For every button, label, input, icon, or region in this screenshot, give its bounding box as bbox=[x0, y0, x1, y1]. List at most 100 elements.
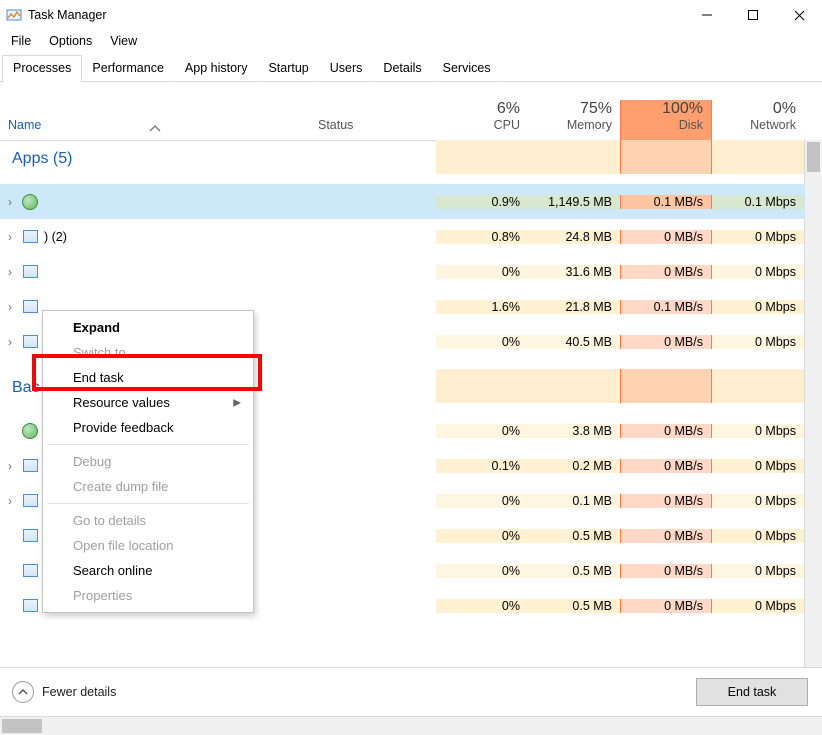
menu-item-resource-values[interactable]: Resource values▶ bbox=[45, 390, 251, 415]
menu-view[interactable]: View bbox=[101, 32, 146, 50]
submenu-arrow-icon: ▶ bbox=[233, 397, 241, 408]
app-icon bbox=[22, 458, 38, 474]
net-cell: 0 Mbps bbox=[712, 300, 804, 314]
cpu-cell: 0.1% bbox=[436, 459, 528, 473]
cpu-cell: 0.9% bbox=[436, 195, 528, 209]
disk-cell: 0.1 MB/s bbox=[620, 195, 712, 209]
process-row[interactable]: ›0%31.6 MB0 MB/s0 Mbps bbox=[0, 254, 805, 289]
fewer-details-button[interactable]: Fewer details bbox=[12, 681, 116, 703]
cpu-cell: 1.6% bbox=[436, 300, 528, 314]
app-icon bbox=[22, 229, 38, 245]
net-cell: 0.1 Mbps bbox=[712, 195, 804, 209]
net-cell: 0 Mbps bbox=[712, 424, 804, 438]
disk-cell: 0 MB/s bbox=[620, 265, 712, 279]
process-row[interactable]: › 0.9%1,149.5 MB0.1 MB/s0.1 Mbps bbox=[0, 184, 805, 219]
mem-cell: 1,149.5 MB bbox=[528, 195, 620, 209]
app-icon bbox=[22, 264, 38, 280]
net-cell: 0 Mbps bbox=[712, 265, 804, 279]
expand-chevron-icon[interactable]: › bbox=[4, 300, 16, 314]
menu-options[interactable]: Options bbox=[40, 32, 101, 50]
mem-cell: 0.5 MB bbox=[528, 599, 620, 613]
col-status[interactable]: Status bbox=[310, 118, 436, 140]
mem-cell: 0.2 MB bbox=[528, 459, 620, 473]
menu-item-provide-feedback[interactable]: Provide feedback bbox=[45, 415, 251, 440]
app-icon bbox=[22, 334, 38, 350]
cpu-cell: 0% bbox=[436, 494, 528, 508]
tab-details[interactable]: Details bbox=[372, 55, 432, 82]
disk-cell: 0 MB/s bbox=[620, 529, 712, 543]
process-label: ) (2) bbox=[44, 230, 67, 244]
globe-icon bbox=[22, 423, 38, 439]
net-cell: 0 Mbps bbox=[712, 494, 804, 508]
disk-cell: 0 MB/s bbox=[620, 564, 712, 578]
net-cell: 0 Mbps bbox=[712, 529, 804, 543]
menu-item-debug: Debug bbox=[45, 449, 251, 474]
menu-item-end-task[interactable]: End task bbox=[45, 365, 251, 390]
net-cell: 0 Mbps bbox=[712, 230, 804, 244]
window-title: Task Manager bbox=[28, 8, 107, 22]
app-icon bbox=[22, 598, 38, 614]
context-menu: ExpandSwitch toEnd taskResource values▶P… bbox=[42, 310, 254, 613]
menu-item-properties: Properties bbox=[45, 583, 251, 608]
app-icon bbox=[22, 563, 38, 579]
cpu-cell: 0% bbox=[436, 265, 528, 279]
vertical-scrollbar[interactable] bbox=[804, 140, 822, 667]
task-manager-window: Task Manager File Options View Processes… bbox=[0, 0, 822, 735]
expand-chevron-icon[interactable]: › bbox=[4, 195, 16, 209]
mem-cell: 0.5 MB bbox=[528, 529, 620, 543]
tab-startup[interactable]: Startup bbox=[257, 55, 319, 82]
tab-performance[interactable]: Performance bbox=[81, 55, 175, 82]
net-cell: 0 Mbps bbox=[712, 335, 804, 349]
tab-users[interactable]: Users bbox=[319, 55, 374, 82]
disk-cell: 0.1 MB/s bbox=[620, 300, 712, 314]
tabstrip: Processes Performance App history Startu… bbox=[0, 54, 822, 82]
col-memory[interactable]: 75% Memory bbox=[528, 100, 620, 140]
disk-cell: 0 MB/s bbox=[620, 424, 712, 438]
menu-item-go-to-details: Go to details bbox=[45, 508, 251, 533]
close-button[interactable] bbox=[776, 0, 822, 30]
group-header: Apps (5) bbox=[0, 140, 805, 174]
process-row[interactable]: ›) (2)0.8%24.8 MB0 MB/s0 Mbps bbox=[0, 219, 805, 254]
task-manager-icon bbox=[6, 7, 22, 23]
disk-cell: 0 MB/s bbox=[620, 599, 712, 613]
expand-chevron-icon[interactable]: › bbox=[4, 265, 16, 279]
expand-chevron-icon[interactable]: › bbox=[4, 335, 16, 349]
bottom-bar: Fewer details End task bbox=[0, 667, 822, 716]
mem-cell: 40.5 MB bbox=[528, 335, 620, 349]
disk-cell: 0 MB/s bbox=[620, 230, 712, 244]
sort-indicator-icon bbox=[149, 122, 161, 136]
window-controls bbox=[684, 0, 822, 30]
expand-chevron-icon[interactable]: › bbox=[4, 230, 16, 244]
col-disk[interactable]: 100% Disk bbox=[620, 100, 712, 140]
expand-chevron-icon[interactable]: › bbox=[4, 494, 16, 508]
process-name-cell[interactable]: › bbox=[0, 264, 310, 280]
net-cell: 0 Mbps bbox=[712, 599, 804, 613]
cpu-cell: 0% bbox=[436, 529, 528, 543]
end-task-button[interactable]: End task bbox=[696, 678, 808, 706]
process-name-cell[interactable]: › bbox=[0, 194, 310, 210]
menu-item-search-online[interactable]: Search online bbox=[45, 558, 251, 583]
tab-processes[interactable]: Processes bbox=[2, 55, 82, 82]
app-icon bbox=[22, 493, 38, 509]
process-name-cell[interactable]: › ) (2) bbox=[0, 229, 310, 245]
tab-app-history[interactable]: App history bbox=[174, 55, 259, 82]
cpu-cell: 0% bbox=[436, 424, 528, 438]
cpu-cell: 0.8% bbox=[436, 230, 528, 244]
expand-chevron-icon[interactable]: › bbox=[4, 459, 16, 473]
net-cell: 0 Mbps bbox=[712, 459, 804, 473]
titlebar: Task Manager bbox=[0, 0, 822, 30]
col-network[interactable]: 0% Network bbox=[712, 100, 804, 140]
maximize-button[interactable] bbox=[730, 0, 776, 30]
minimize-button[interactable] bbox=[684, 0, 730, 30]
col-name[interactable]: Name bbox=[0, 118, 310, 140]
cpu-cell: 0% bbox=[436, 599, 528, 613]
col-cpu[interactable]: 6% CPU bbox=[436, 100, 528, 140]
cpu-cell: 0% bbox=[436, 335, 528, 349]
tab-services[interactable]: Services bbox=[432, 55, 502, 82]
menu-item-expand[interactable]: Expand bbox=[45, 315, 251, 340]
chevron-up-icon bbox=[12, 681, 34, 703]
menu-file[interactable]: File bbox=[2, 32, 40, 50]
horizontal-scrollbar[interactable] bbox=[0, 716, 822, 735]
menu-separator bbox=[47, 503, 249, 504]
mem-cell: 0.1 MB bbox=[528, 494, 620, 508]
